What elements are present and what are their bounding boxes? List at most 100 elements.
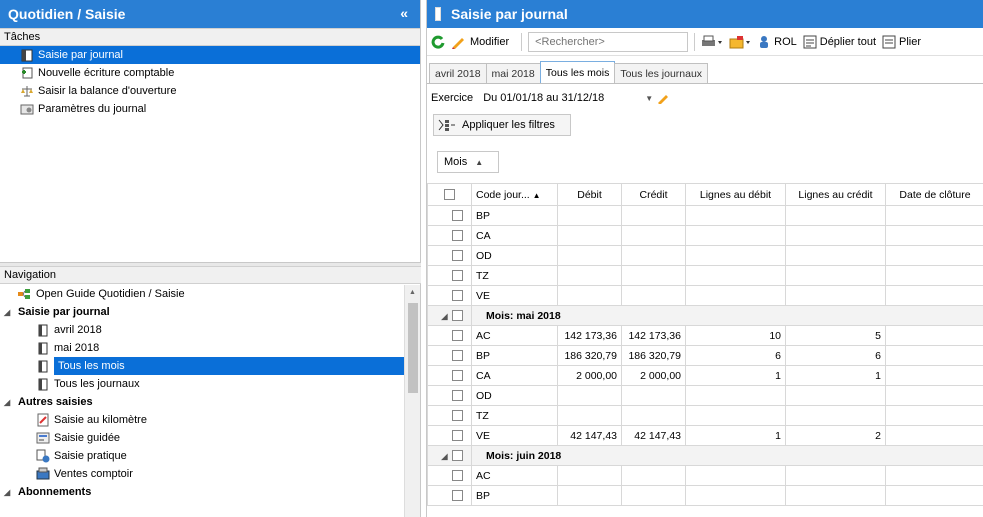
- cell-lignes-credit[interactable]: 5: [785, 325, 886, 346]
- cell-lignes-debit[interactable]: [685, 485, 786, 506]
- row-checkbox-cell[interactable]: [449, 265, 472, 286]
- cell-date-cloture[interactable]: [885, 365, 983, 386]
- cell-code[interactable]: OD: [471, 245, 558, 266]
- open-guide-link[interactable]: Open Guide Quotidien / Saisie: [0, 285, 404, 303]
- row-checkbox-cell[interactable]: [449, 285, 472, 306]
- row-checkbox-cell[interactable]: [449, 345, 472, 366]
- row-checkbox[interactable]: [451, 210, 463, 222]
- cell-date-cloture[interactable]: [885, 245, 983, 266]
- pencil-icon[interactable]: [657, 92, 669, 104]
- row-checkbox-cell[interactable]: [449, 465, 472, 486]
- column-header-debit[interactable]: Débit: [557, 183, 622, 206]
- cell-date-cloture[interactable]: [885, 285, 983, 306]
- group-checkbox-cell[interactable]: [449, 305, 472, 326]
- group-checkbox[interactable]: [451, 310, 463, 322]
- cell-debit[interactable]: [557, 265, 622, 286]
- export-button[interactable]: [729, 35, 751, 49]
- search-input[interactable]: [528, 31, 689, 52]
- modify-button[interactable]: Modifier: [451, 35, 509, 49]
- cell-lignes-debit[interactable]: [685, 245, 786, 266]
- cell-code[interactable]: BP: [471, 205, 558, 226]
- cell-lignes-credit[interactable]: [785, 285, 886, 306]
- group-row[interactable]: ◢ Mois: mai 2018: [427, 305, 983, 326]
- cell-credit[interactable]: 2 000,00: [621, 365, 686, 386]
- cell-code[interactable]: TZ: [471, 265, 558, 286]
- cell-lignes-credit[interactable]: [785, 405, 886, 426]
- collapse-arrow-icon[interactable]: ◢: [441, 452, 447, 461]
- cell-credit[interactable]: [621, 205, 686, 226]
- cell-code[interactable]: AC: [471, 465, 558, 486]
- row-checkbox[interactable]: [451, 290, 463, 302]
- nav-item-ventes-comptoir[interactable]: Ventes comptoir: [0, 465, 404, 483]
- cell-credit[interactable]: 42 147,43: [621, 425, 686, 446]
- cell-debit[interactable]: 142 173,36: [557, 325, 622, 346]
- apply-filters-button[interactable]: Appliquer les filtres: [433, 114, 571, 136]
- cell-lignes-credit[interactable]: [785, 485, 886, 506]
- table-row[interactable]: VE 42 147,43 42 147,43 1 2: [427, 425, 983, 446]
- cell-lignes-debit[interactable]: 1: [685, 365, 786, 386]
- cell-credit[interactable]: [621, 285, 686, 306]
- cell-lignes-credit[interactable]: [785, 245, 886, 266]
- cell-credit[interactable]: [621, 225, 686, 246]
- column-header-credit[interactable]: Crédit: [621, 183, 686, 206]
- cell-credit[interactable]: [621, 465, 686, 486]
- row-checkbox[interactable]: [451, 430, 463, 442]
- nav-item-saisie-guidee[interactable]: Saisie guidée: [0, 429, 404, 447]
- row-checkbox-cell[interactable]: [449, 385, 472, 406]
- tab-mai-2018[interactable]: mai 2018: [485, 63, 541, 83]
- row-checkbox[interactable]: [451, 250, 463, 262]
- group-by-month-chip[interactable]: Mois ▲: [437, 151, 499, 173]
- table-row[interactable]: CA: [427, 225, 983, 246]
- cell-date-cloture[interactable]: [885, 425, 983, 446]
- tab-avril-2018[interactable]: avril 2018: [429, 63, 487, 83]
- cell-code[interactable]: OD: [471, 385, 558, 406]
- cell-credit[interactable]: 142 173,36: [621, 325, 686, 346]
- row-checkbox[interactable]: [451, 370, 463, 382]
- row-checkbox-cell[interactable]: [449, 225, 472, 246]
- cell-credit[interactable]: [621, 385, 686, 406]
- cell-lignes-debit[interactable]: [685, 205, 786, 226]
- group-toggle[interactable]: ◢: [427, 445, 450, 466]
- cell-lignes-credit[interactable]: 2: [785, 425, 886, 446]
- table-row[interactable]: BP 186 320,79 186 320,79 6 6: [427, 345, 983, 366]
- nav-group-saisie-par-journal[interactable]: ◢ Saisie par journal: [0, 303, 404, 321]
- refresh-button[interactable]: [431, 35, 445, 49]
- cell-credit[interactable]: [621, 265, 686, 286]
- cell-debit[interactable]: [557, 385, 622, 406]
- cell-debit[interactable]: [557, 405, 622, 426]
- row-checkbox[interactable]: [451, 470, 463, 482]
- collapse-arrow-icon[interactable]: ◢: [441, 312, 447, 321]
- cell-debit[interactable]: [557, 465, 622, 486]
- expand-all-button[interactable]: Déplier tout: [803, 35, 876, 49]
- group-checkbox-cell[interactable]: [449, 445, 472, 466]
- row-checkbox[interactable]: [451, 270, 463, 282]
- cell-code[interactable]: BP: [471, 485, 558, 506]
- cell-debit[interactable]: [557, 205, 622, 226]
- select-all-header[interactable]: [427, 183, 472, 206]
- cell-lignes-debit[interactable]: 6: [685, 345, 786, 366]
- row-checkbox[interactable]: [451, 230, 463, 242]
- row-checkbox-cell[interactable]: [449, 485, 472, 506]
- row-checkbox-cell[interactable]: [449, 425, 472, 446]
- column-header-lignes-debit[interactable]: Lignes au débit: [685, 183, 786, 206]
- scroll-up-arrow-icon[interactable]: ▲: [405, 285, 420, 301]
- rol-button[interactable]: ROL: [757, 35, 797, 49]
- table-row[interactable]: TZ: [427, 405, 983, 426]
- scrollbar-thumb[interactable]: [408, 303, 418, 393]
- task-balance-ouverture[interactable]: Saisir la balance d'ouverture: [0, 82, 420, 100]
- tab-tous-les-mois[interactable]: Tous les mois: [539, 61, 616, 83]
- row-checkbox-cell[interactable]: [449, 405, 472, 426]
- table-row[interactable]: OD: [427, 385, 983, 406]
- cell-date-cloture[interactable]: [885, 205, 983, 226]
- cell-lignes-debit[interactable]: [685, 285, 786, 306]
- cell-credit[interactable]: [621, 405, 686, 426]
- nav-item-tous-les-mois[interactable]: Tous les mois: [0, 357, 404, 375]
- task-saisie-par-journal[interactable]: Saisie par journal: [0, 46, 420, 64]
- table-row[interactable]: BP: [427, 485, 983, 506]
- select-all-checkbox[interactable]: [444, 189, 455, 201]
- cell-lignes-credit[interactable]: [785, 465, 886, 486]
- row-checkbox[interactable]: [451, 330, 463, 342]
- cell-code[interactable]: TZ: [471, 405, 558, 426]
- exercice-select[interactable]: Du 01/01/18 au 31/12/18 ▼: [479, 89, 669, 107]
- chevron-down-icon[interactable]: ▼: [645, 94, 653, 103]
